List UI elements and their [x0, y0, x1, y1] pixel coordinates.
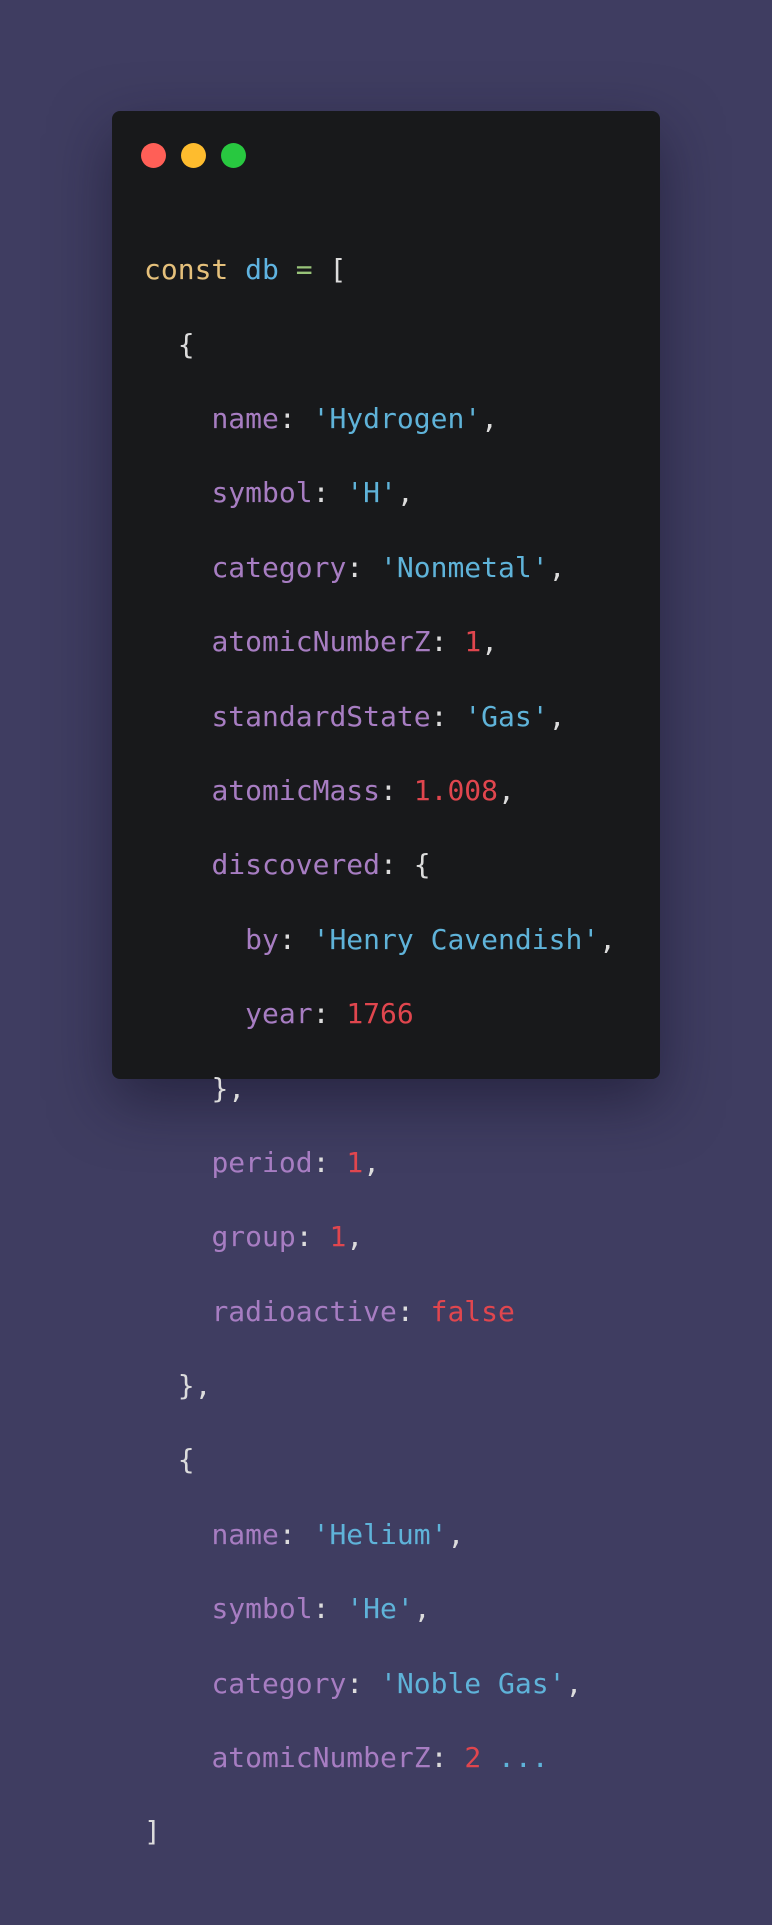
number-value: 1.008 [413, 773, 499, 807]
ellipsis: ... [498, 1741, 549, 1775]
code-line: atomicNumberZ: 1, [211, 625, 499, 659]
code-line: year: 1766 [245, 997, 414, 1031]
identifier-token: db [245, 253, 279, 287]
property-key: year [245, 997, 313, 1031]
close-bracket: ] [144, 1815, 161, 1849]
property-key: atomicMass [211, 773, 381, 807]
property-key: by [245, 922, 279, 956]
open-brace: { [413, 848, 431, 882]
operator-token: = [295, 253, 313, 287]
string-value: 'Hydrogen' [312, 401, 482, 435]
boolean-value: false [430, 1294, 515, 1328]
code-line: symbol: 'H', [211, 476, 414, 510]
open-brace: { [177, 1443, 195, 1477]
property-key: standardState [211, 699, 431, 733]
close-button[interactable] [141, 143, 166, 168]
keyword-token: const [144, 253, 229, 287]
property-key: name [211, 1517, 279, 1551]
number-value: 1 [346, 1145, 364, 1179]
property-key: period [211, 1145, 313, 1179]
property-key: discovered [211, 848, 381, 882]
code-line: name: 'Helium', [211, 1517, 465, 1551]
code-block: const db = [ { name: 'Hydrogen', symbol:… [144, 214, 616, 1925]
property-key: name [211, 401, 279, 435]
code-line: standardState: 'Gas', [211, 699, 566, 733]
close-brace: }, [211, 1071, 246, 1105]
close-brace: }, [177, 1369, 212, 1403]
code-line: name: 'Hydrogen', [211, 401, 499, 435]
number-value: 1766 [346, 997, 414, 1031]
property-key: category [211, 550, 347, 584]
code-line: atomicNumberZ: 2 ... [211, 1741, 549, 1775]
property-key: category [211, 1666, 347, 1700]
code-line: radioactive: false [211, 1294, 515, 1328]
code-line: group: 1, [211, 1220, 364, 1254]
property-key: atomicNumberZ [211, 1741, 431, 1775]
number-value: 1 [329, 1220, 347, 1254]
code-line: }, [144, 1070, 616, 1107]
open-bracket: [ [329, 253, 347, 287]
string-value: 'Gas' [464, 699, 549, 733]
code-line: category: 'Nonmetal', [211, 550, 566, 584]
string-value: 'H' [346, 476, 397, 510]
code-line: }, [144, 1367, 616, 1404]
string-value: 'Noble Gas' [380, 1666, 566, 1700]
maximize-button[interactable] [221, 143, 246, 168]
minimize-button[interactable] [181, 143, 206, 168]
code-line: const db = [ [144, 251, 616, 288]
string-value: 'Henry Cavendish' [312, 922, 600, 956]
string-value: 'Helium' [312, 1517, 448, 1551]
property-key: radioactive [211, 1294, 397, 1328]
string-value: 'He' [346, 1592, 414, 1626]
string-value: 'Nonmetal' [380, 550, 549, 584]
code-line: period: 1, [211, 1145, 381, 1179]
code-line: discovered: { [211, 848, 431, 882]
code-line: by: 'Henry Cavendish', [245, 922, 617, 956]
code-window: const db = [ { name: 'Hydrogen', symbol:… [112, 111, 660, 1848]
open-brace: { [177, 327, 195, 361]
property-key: symbol [211, 476, 313, 510]
property-key: group [211, 1220, 296, 1254]
property-key: symbol [211, 1592, 313, 1626]
code-line: category: 'Noble Gas', [211, 1666, 583, 1700]
property-key: atomicNumberZ [211, 625, 431, 659]
number-value: 2 [464, 1741, 482, 1775]
code-line: { [144, 1441, 616, 1478]
code-line: atomicMass: 1.008, [211, 773, 515, 807]
code-line: { [144, 326, 616, 363]
number-value: 1 [464, 625, 482, 659]
code-line: symbol: 'He', [211, 1592, 431, 1626]
code-line: ] [144, 1813, 616, 1850]
